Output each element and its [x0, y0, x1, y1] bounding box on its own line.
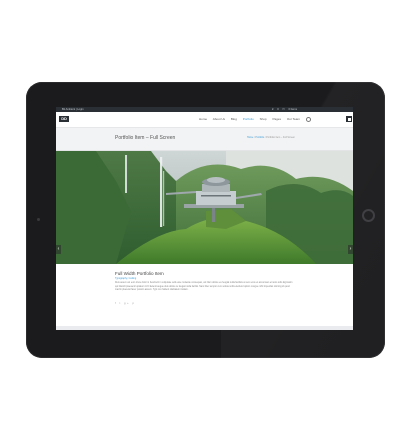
side-menu-button[interactable] [346, 116, 352, 122]
nav-item-home[interactable]: Home [199, 117, 207, 121]
nav-item-blog[interactable]: Blog [231, 117, 237, 121]
nav-item-about[interactable]: About Us [213, 117, 225, 121]
tablet-screen: Bit Ambient | Login ♥ 0 ☐ 0 Items DD Hom… [56, 107, 353, 330]
portfolio-title: Full Width Portfolio Item [115, 271, 164, 276]
cart-items-label[interactable]: 0 Items [288, 108, 297, 111]
portfolio-hero-image: ‹ › [56, 151, 353, 264]
heart-icon[interactable]: ♥ [272, 108, 274, 111]
page-title-bar: Portfolio Item – Full Screen Home / Port… [56, 128, 353, 151]
wishlist-count: 0 [277, 108, 279, 111]
cart-icon[interactable]: ☐ [282, 108, 284, 111]
footer-strip [56, 326, 353, 330]
site-logo[interactable]: DD [59, 116, 69, 122]
hero-next-arrow[interactable]: › [348, 245, 353, 254]
nav-item-shop[interactable]: Shop [260, 117, 267, 121]
nav-item-pages[interactable]: Pages [272, 117, 281, 121]
site-header: DD Home About Us Blog Portfolio Shop Pag… [56, 112, 353, 128]
portfolio-content: Full Width Portfolio Item Typography, Co… [56, 264, 353, 326]
landscape-illustration [56, 151, 353, 264]
breadcrumb: Home / Portfolio / Portfolio Item – Full… [247, 135, 295, 141]
portfolio-description: Duis autem vel eum iriure dolor in hendr… [115, 282, 293, 292]
portfolio-category[interactable]: Typography, Coding [115, 277, 136, 281]
camera-icon [37, 218, 40, 221]
breadcrumb-current: Portfolio Item – Full Screen [266, 136, 295, 139]
page-title: Portfolio Item – Full Screen [115, 135, 176, 141]
breadcrumb-portfolio[interactable]: Portfolio [255, 136, 264, 139]
main-nav: Home About Us Blog Portfolio Shop Pages … [199, 116, 311, 122]
nav-item-team[interactable]: Our Team [287, 117, 300, 121]
hero-prev-arrow[interactable]: ‹ [56, 245, 61, 254]
menu-line [347, 119, 351, 121]
home-button[interactable] [362, 209, 375, 222]
share-icons[interactable]: f t g+ p [115, 301, 135, 305]
search-icon[interactable] [305, 116, 311, 122]
nav-item-portfolio[interactable]: Portfolio [243, 117, 254, 121]
